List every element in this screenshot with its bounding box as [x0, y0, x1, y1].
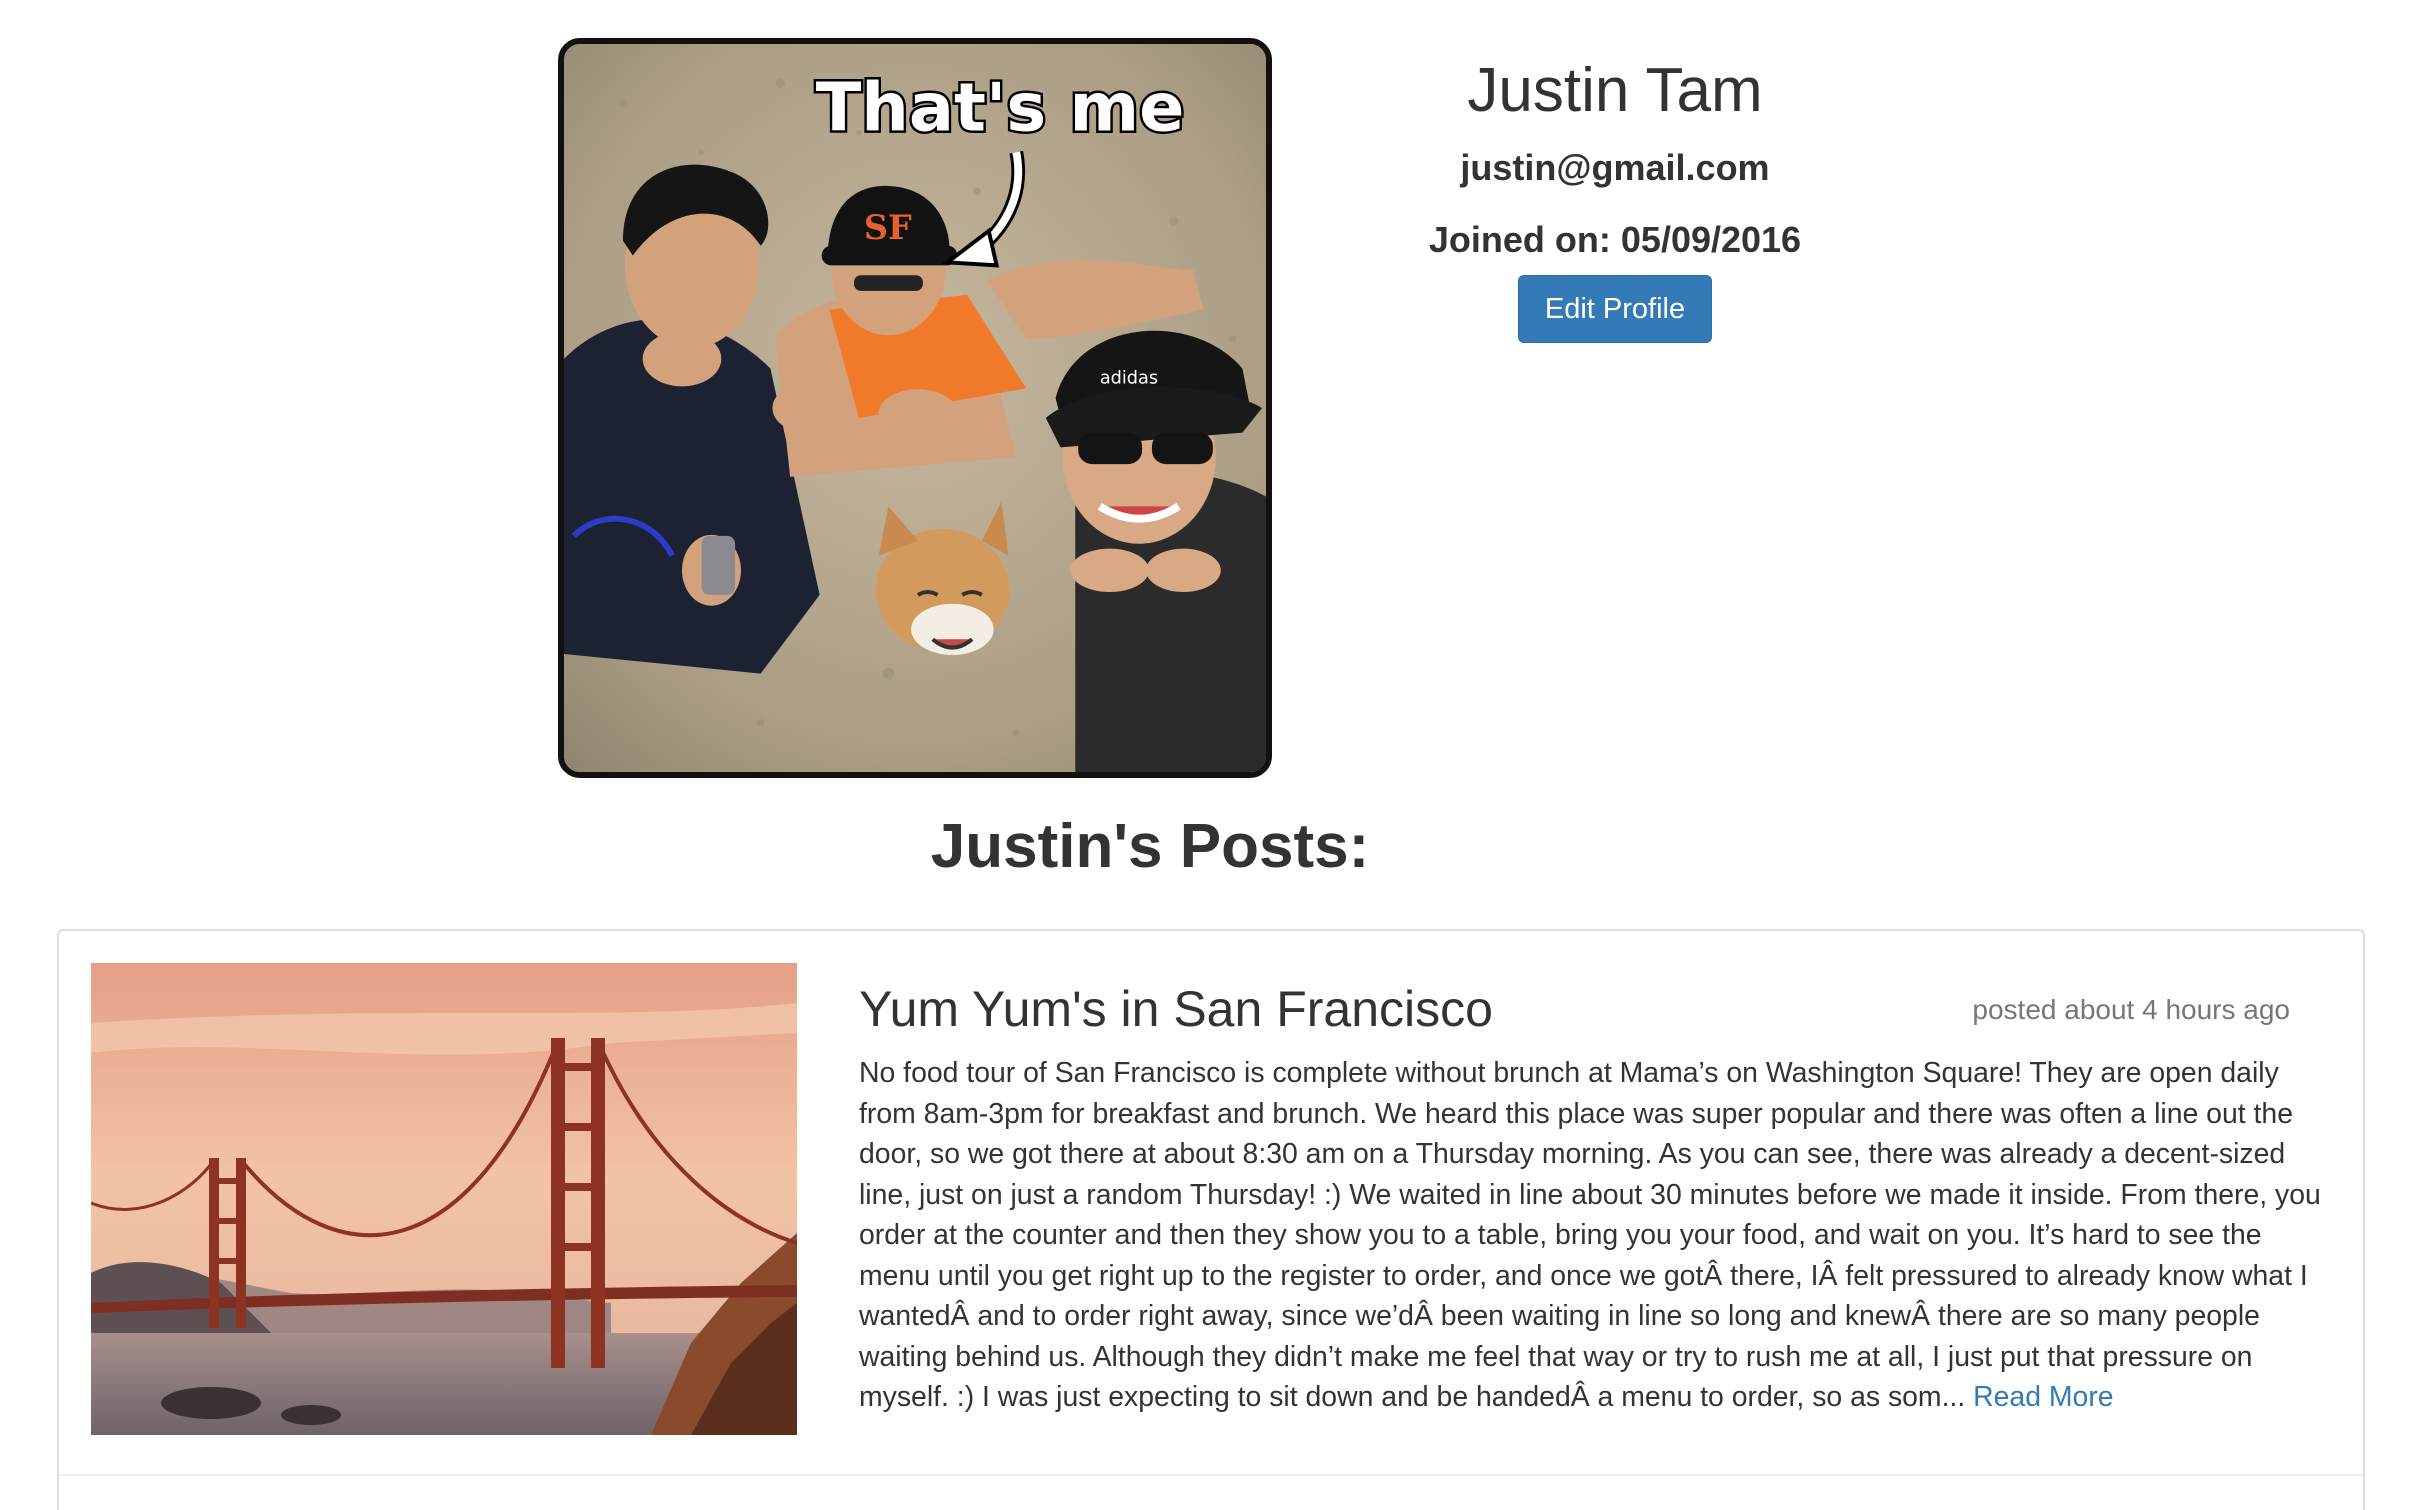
profile-email: justin@gmail.com [1460, 147, 1770, 189]
post-timestamp: posted about 4 hours ago [1972, 994, 2290, 1025]
post-title[interactable]: Yum Yum's in San Francisco [859, 979, 1493, 1039]
svg-text:adidas: adidas [1100, 368, 1158, 388]
post-card: Yum Yum's in San Francisco posted about … [57, 929, 2365, 1510]
post-divider [59, 1474, 2363, 1476]
post-excerpt: No food tour of San Francisco is complet… [859, 1053, 2329, 1418]
profile-info: Justin Tam justin@gmail.com Joined on: 0… [1380, 40, 1850, 343]
profile-name: Justin Tam [1467, 56, 1763, 125]
profile-page: SF adidas That's me Justin Tam justin@gm… [0, 0, 2418, 1510]
edit-profile-button[interactable]: Edit Profile [1517, 274, 1713, 343]
post-image[interactable] [91, 963, 797, 1435]
profile-photo: SF adidas That's me [558, 38, 1272, 778]
profile-joined-date: Joined on: 05/09/2016 [1428, 218, 1802, 260]
photo-caption: That's me [816, 69, 1185, 147]
svg-text:SF: SF [864, 208, 912, 247]
posts-heading: Justin's Posts: [930, 812, 1370, 881]
post-excerpt-text: No food tour of San Francisco is complet… [859, 1057, 2321, 1413]
beach-photo-image: SF adidas That's me [564, 44, 1266, 772]
read-more-link[interactable]: Read More [1973, 1381, 2113, 1413]
golden-gate-bridge-image [91, 963, 797, 1435]
